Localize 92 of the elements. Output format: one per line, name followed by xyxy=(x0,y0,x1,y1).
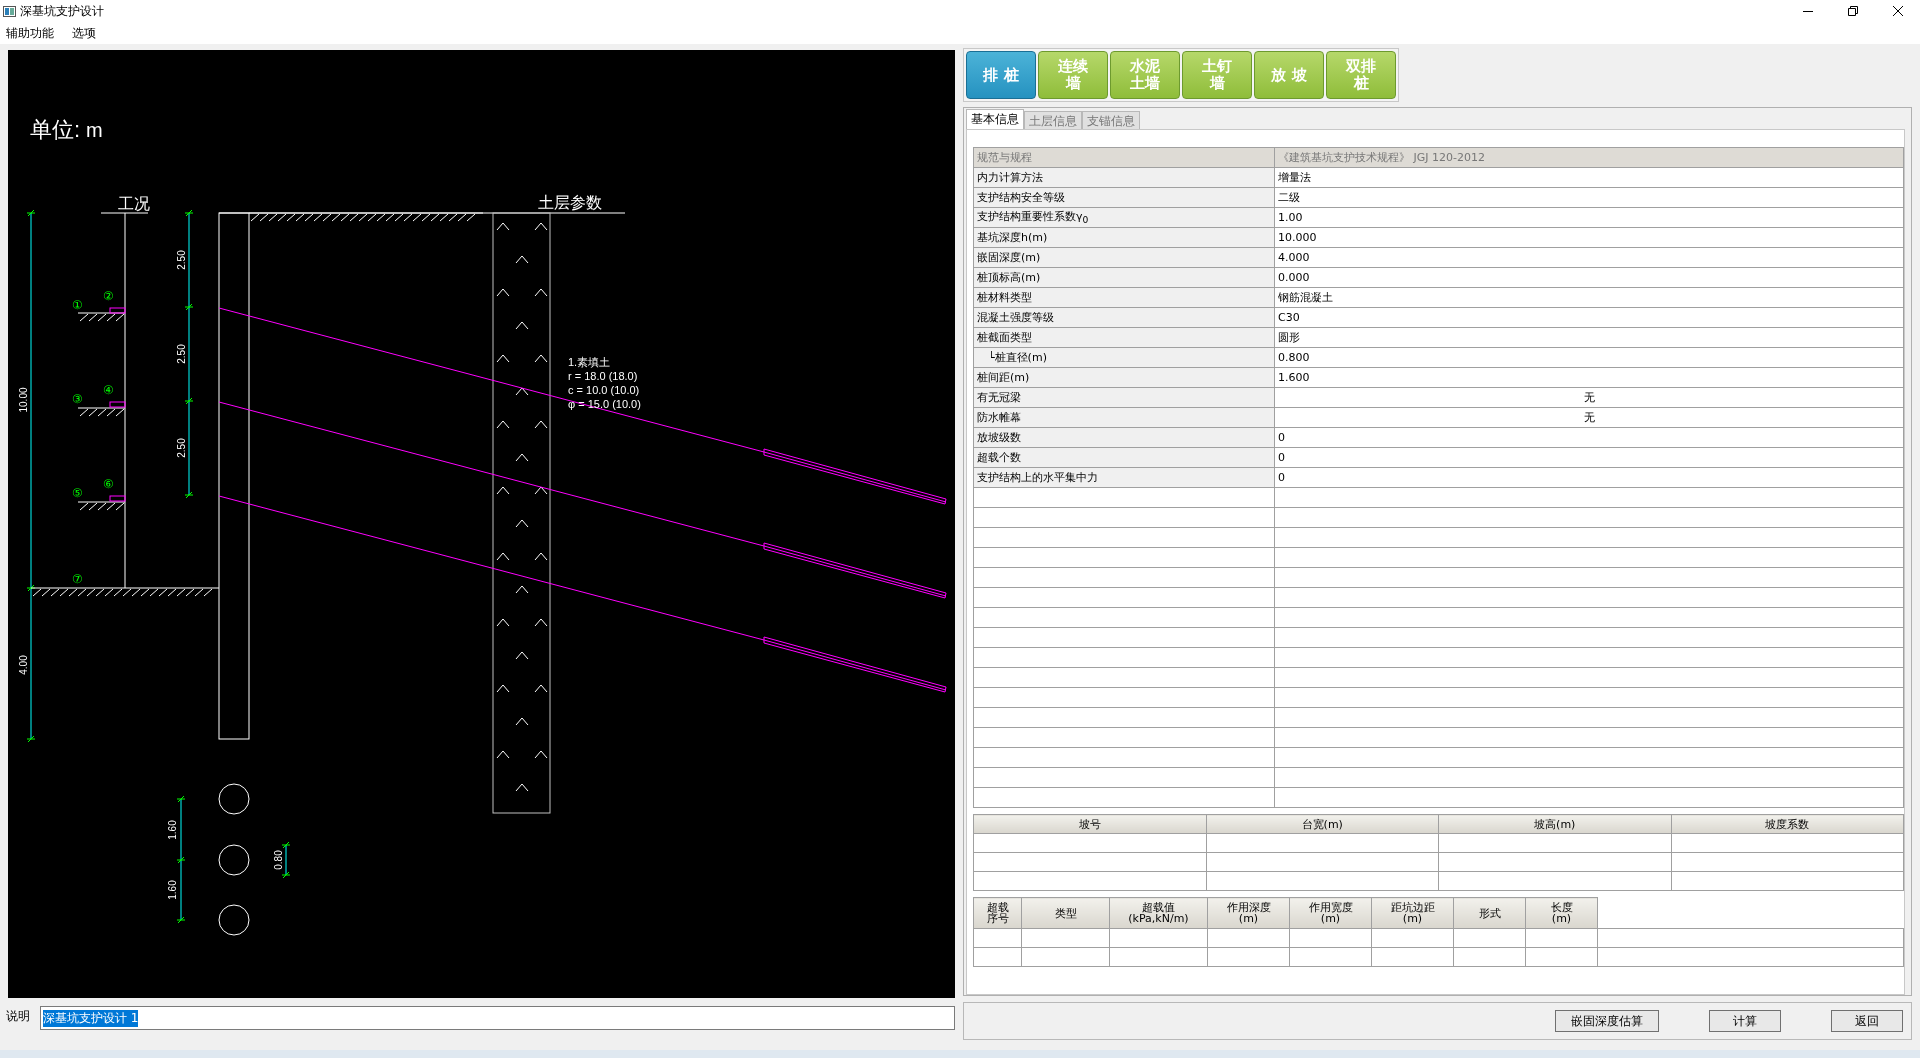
column-header: 类型 xyxy=(1021,897,1110,929)
note-field[interactable]: 深基坑支护设计 1 xyxy=(40,1006,955,1030)
tab[interactable]: 支锚信息 xyxy=(1082,111,1140,129)
property-label: 内力计算方法 xyxy=(973,167,1275,188)
section-title: 工况 xyxy=(118,195,150,212)
property-value[interactable]: 无 xyxy=(1274,387,1904,408)
menu-item[interactable]: 辅助功能 xyxy=(4,24,56,42)
unit-label: m xyxy=(86,119,103,141)
anchor-head-mark xyxy=(109,307,126,314)
dimension-label: 0.80 xyxy=(273,850,284,870)
close-icon xyxy=(1892,6,1903,16)
property-label: 放坡级数 xyxy=(973,427,1275,448)
property-value[interactable]: 钢筋混凝土 xyxy=(1274,287,1904,308)
property-value[interactable]: C30 xyxy=(1274,307,1904,328)
dimension-label: 1.60 xyxy=(167,880,178,900)
soil-layer-text: c = 10.0 (10.0) xyxy=(568,384,640,396)
property-label: 规范与规程 xyxy=(973,147,1275,168)
unit-label: 单位: xyxy=(30,117,81,142)
ground-hatch-drawing xyxy=(77,501,126,511)
property-value[interactable]: 增量法 xyxy=(1274,167,1904,188)
property-value[interactable]: 0 xyxy=(1274,427,1904,448)
column-header: 坡高(m) xyxy=(1438,814,1671,834)
window-title: 深基坑支护设计 xyxy=(20,2,105,20)
stage-number: ⑤ xyxy=(71,486,83,500)
column-header: 台宽(m) xyxy=(1206,814,1439,834)
property-value[interactable]: 1.00 xyxy=(1274,207,1904,228)
property-value[interactable]: 无 xyxy=(1274,407,1904,428)
property-label: 混凝土强度等级 xyxy=(973,307,1275,328)
property-value: 《建筑基坑支护技术规程》 JGJ 120-2012 xyxy=(1274,147,1904,168)
tab[interactable]: 基本信息 xyxy=(966,109,1024,129)
anchor-head-mark xyxy=(109,495,126,502)
property-label: 桩截面类型 xyxy=(973,327,1275,348)
column-header: 坡号 xyxy=(973,814,1206,834)
property-value[interactable]: 0 xyxy=(1274,467,1904,488)
property-label: 基坑深度h(m) xyxy=(973,227,1275,248)
property-label: 桩材料类型 xyxy=(973,287,1275,308)
dimension-label: 10.00 xyxy=(18,387,29,413)
property-value[interactable]: 0.800 xyxy=(1274,347,1904,368)
property-label: 防水帷幕 xyxy=(973,407,1275,428)
tab[interactable]: 土层信息 xyxy=(1024,111,1082,129)
column-header: 作用宽度(m) xyxy=(1289,897,1372,929)
stage-number: ④ xyxy=(102,383,114,397)
property-value[interactable]: 二级 xyxy=(1274,187,1904,208)
restore-icon xyxy=(1847,6,1858,16)
dimension-label: 2.50 xyxy=(176,438,187,458)
dimension-label: 4.00 xyxy=(18,655,29,675)
property-value[interactable]: 圆形 xyxy=(1274,327,1904,348)
anchor-head-mark xyxy=(109,401,126,408)
property-value[interactable]: 10.000 xyxy=(1274,227,1904,248)
stage-number: ③ xyxy=(71,392,83,406)
property-label: 支护结构上的水平集中力 xyxy=(973,467,1275,488)
column-header: 超载值(kPa,kN/m) xyxy=(1109,897,1208,929)
property-label: 有无冠梁 xyxy=(973,387,1275,408)
property-label: 桩顶标高(m) xyxy=(973,267,1275,288)
stage-number: ① xyxy=(71,298,83,312)
column-header: 形式 xyxy=(1453,897,1526,929)
property-label: 桩间距(m) xyxy=(973,367,1275,388)
property-label: 嵌固深度(m) xyxy=(973,247,1275,268)
column-header: 距坑边距(m) xyxy=(1371,897,1454,929)
action-button[interactable]: 返回 xyxy=(1831,1010,1903,1032)
property-value[interactable]: 4.000 xyxy=(1274,247,1904,268)
ground-hatch-drawing xyxy=(77,407,126,417)
dimension-label: 1.60 xyxy=(167,820,178,840)
ground-hatch-drawing xyxy=(77,312,126,322)
action-button[interactable]: 计算 xyxy=(1709,1010,1781,1032)
column-header: 坡度系数 xyxy=(1671,814,1904,834)
menu-item[interactable]: 选项 xyxy=(70,24,98,42)
stage-number: ⑦ xyxy=(71,572,83,586)
action-button[interactable]: 嵌固深度估算 xyxy=(1555,1010,1659,1032)
stage-number: ⑥ xyxy=(102,477,114,491)
column-header: 作用深度(m) xyxy=(1207,897,1290,929)
dimension-line xyxy=(281,841,291,879)
property-value[interactable]: 0 xyxy=(1274,447,1904,468)
pile-section-circle xyxy=(218,904,250,936)
property-label: 支护结构安全等级 xyxy=(973,187,1275,208)
pile-section-circle xyxy=(218,844,250,876)
section-title: 土层参数 xyxy=(538,194,602,211)
property-label: 超载个数 xyxy=(973,447,1275,468)
column-header: 超载序号 xyxy=(973,897,1022,929)
property-value[interactable]: 0.000 xyxy=(1274,267,1904,288)
dimension-label: 2.50 xyxy=(176,344,187,364)
column-header: 长度(m) xyxy=(1525,897,1598,929)
property-label: 支护结构重要性系数γ$_{0}$ xyxy=(973,207,1275,228)
soil-layer-text: 1.素填土 xyxy=(568,356,611,368)
property-label: └桩直径(m) xyxy=(973,347,1275,368)
stage-number: ② xyxy=(102,289,114,303)
pile-section-circle xyxy=(218,783,250,815)
soil-layer-text: r = 18.0 (18.0) xyxy=(568,370,638,382)
dimension-label: 2.50 xyxy=(176,250,187,270)
app-icon xyxy=(3,5,16,17)
property-value[interactable]: 1.600 xyxy=(1274,367,1904,388)
note-label: 说明 xyxy=(6,1008,30,1025)
